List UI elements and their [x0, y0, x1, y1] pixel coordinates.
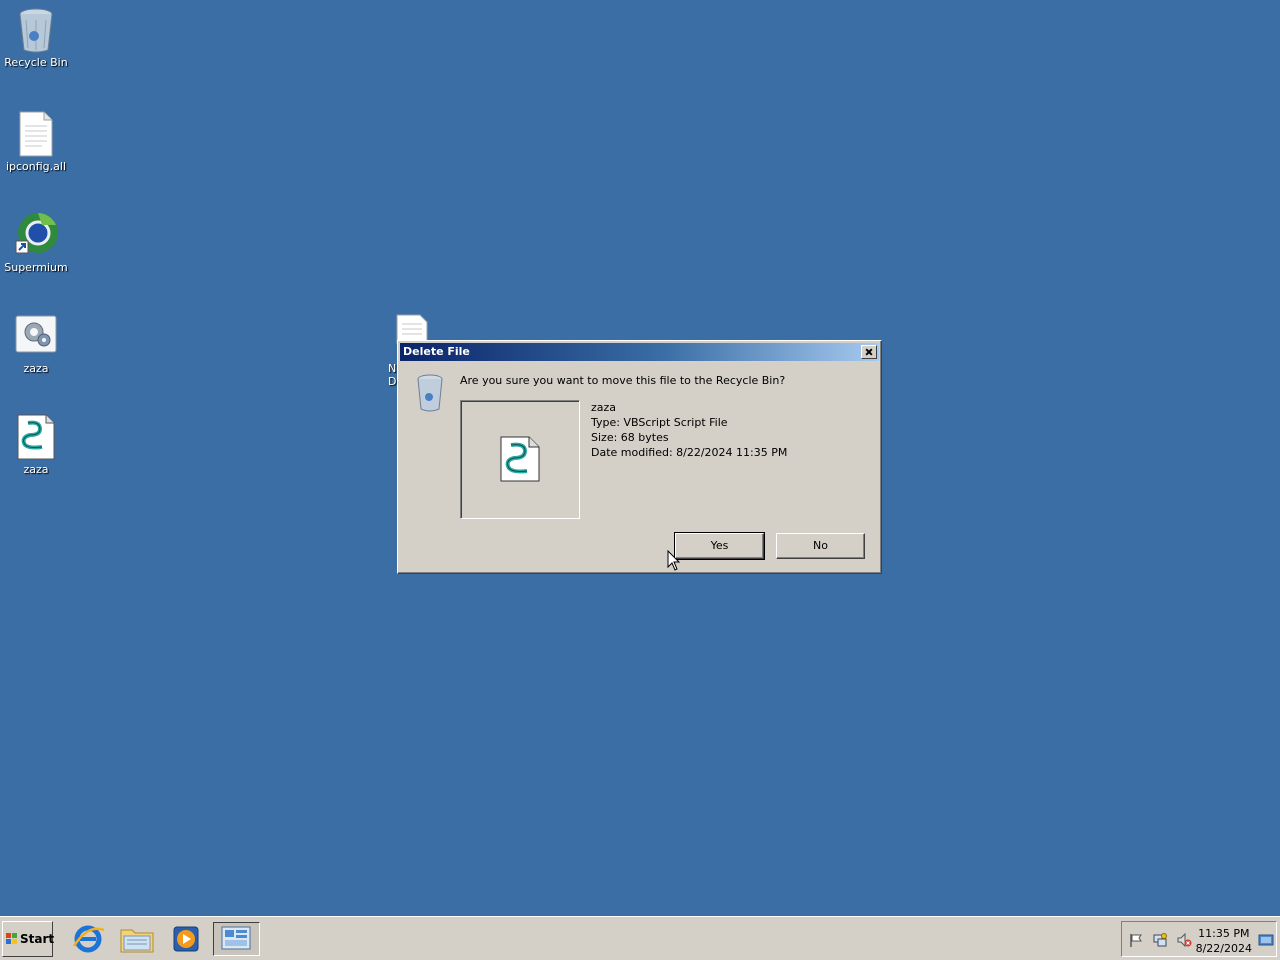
- dialog-title: Delete File: [403, 345, 470, 358]
- settings-file-icon: [12, 312, 60, 360]
- vbscript-file-icon: [12, 413, 60, 461]
- mouse-pointer-icon: [667, 550, 681, 571]
- desktop-icon-zaza-settings[interactable]: zaza: [0, 312, 72, 375]
- volume-muted-icon[interactable]: [1176, 932, 1192, 948]
- desktop-icon-label: ipconfig.all: [5, 160, 67, 173]
- system-tray: 11:35 PM 8/22/2024: [1121, 921, 1277, 957]
- windows-explorer-icon[interactable]: [117, 922, 157, 956]
- file-info: zaza Type: VBScript Script File Size: 68…: [591, 400, 787, 460]
- recycle-bin-icon: [414, 373, 446, 413]
- network-icon[interactable]: [1152, 932, 1168, 948]
- taskbar: Start 11:35 PM 8/22/2024: [0, 916, 1280, 960]
- vbscript-file-icon: [499, 435, 541, 483]
- desktop-icon-zaza-vbscript[interactable]: zaza: [0, 413, 72, 476]
- dialog-titlebar[interactable]: Delete File: [400, 343, 879, 361]
- action-center-flag-icon[interactable]: [1128, 932, 1144, 948]
- delete-file-dialog: Delete File Are you sure you want to mov…: [397, 340, 882, 574]
- file-size: Size: 68 bytes: [591, 431, 669, 444]
- media-player-icon[interactable]: [166, 922, 206, 956]
- desktop-icon-supermium[interactable]: Supermium: [0, 211, 72, 274]
- windows-logo-icon: [6, 933, 17, 944]
- desktop-icon-label: zaza: [23, 362, 49, 375]
- yes-button[interactable]: Yes: [674, 532, 765, 560]
- show-desktop-icon[interactable]: [1258, 932, 1274, 948]
- no-button[interactable]: No: [776, 533, 865, 559]
- clock[interactable]: 11:35 PM 8/22/2024: [1196, 926, 1252, 956]
- close-button[interactable]: [861, 345, 877, 359]
- recycle-bin-icon: [12, 6, 60, 54]
- text-file-icon: [12, 110, 60, 158]
- desktop-icon-label: Recycle Bin: [4, 56, 68, 69]
- file-date-modified: Date modified: 8/22/2024 11:35 PM: [591, 446, 788, 459]
- server-manager-icon[interactable]: [213, 922, 260, 956]
- desktop-icon-label: Supermium: [4, 261, 68, 274]
- clock-time: 11:35 PM: [1198, 927, 1250, 940]
- file-name: zaza: [591, 401, 617, 414]
- supermium-browser-icon: [12, 211, 60, 259]
- start-button[interactable]: Start: [2, 921, 55, 957]
- internet-explorer-icon[interactable]: [68, 922, 108, 956]
- confirmation-message: Are you sure you want to move this file …: [460, 374, 786, 387]
- desktop-icon-recycle-bin[interactable]: Recycle Bin: [0, 6, 72, 69]
- desktop-icon-ipconfig[interactable]: ipconfig.all: [0, 110, 72, 173]
- file-type: Type: VBScript Script File: [591, 416, 728, 429]
- start-label: Start: [20, 932, 55, 946]
- file-preview: [460, 400, 580, 519]
- desktop-icon-label: zaza: [23, 463, 49, 476]
- clock-date: 8/22/2024: [1195, 942, 1252, 955]
